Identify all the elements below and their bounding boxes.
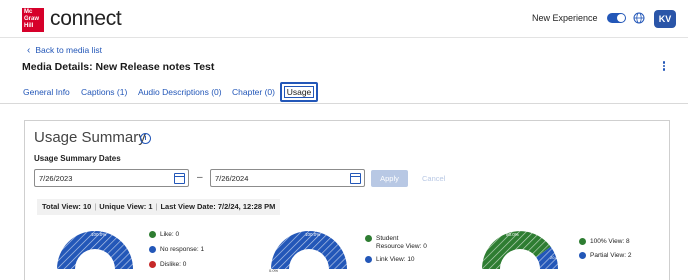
apply-button[interactable]: Apply xyxy=(371,170,408,187)
usage-dates-label: Usage Summary Dates xyxy=(34,154,121,163)
app-name: connect xyxy=(50,7,122,30)
cancel-button[interactable]: Cancel xyxy=(422,174,445,183)
reaction-gauge: 100.0% xyxy=(57,231,133,269)
page-title: Media Details: New Release notes Test xyxy=(22,61,215,73)
usage-summary-panel: Usage Summary i Usage Summary Dates 7/26… xyxy=(24,120,670,280)
chevron-left-icon: ‹ xyxy=(27,45,31,56)
user-avatar[interactable]: KV xyxy=(654,10,676,28)
logo-line-3: Hill xyxy=(24,23,34,29)
legend-dot xyxy=(365,235,372,242)
gauge-percent-label: 80.0% xyxy=(506,232,519,237)
back-to-media-list-link[interactable]: ‹ Back to media list xyxy=(27,45,102,56)
usage-stats-bar: Total View: 10 | Unique View: 1 | Last View … xyxy=(37,199,281,215)
end-date-value: 7/26/2024 xyxy=(215,174,249,183)
date-range-separator: – xyxy=(197,172,203,183)
logo-line-2: Graw xyxy=(24,16,40,22)
start-date-value: 7/26/2023 xyxy=(39,174,73,183)
tab-captions[interactable]: Captions (1) xyxy=(81,87,127,97)
last-view-date: Last View Date: 7/2/24, 12:28 PM xyxy=(160,202,276,211)
calendar-icon[interactable] xyxy=(174,173,185,184)
legend-dot xyxy=(365,256,372,263)
tab-general-info[interactable]: General Info xyxy=(23,87,70,97)
top-bar: Mc Graw Hill connect New Experience KV xyxy=(0,0,688,38)
tab-usage-label: Usage xyxy=(286,87,312,97)
toggle-knob xyxy=(617,14,625,22)
tab-bar: General Info Captions (1) Audio Descript… xyxy=(0,82,688,104)
completion-gauge: 80.0% 20.0% xyxy=(482,231,562,269)
gauge-secondary-label: 20.0% xyxy=(550,255,562,260)
mcgraw-hill-logo: Mc Graw Hill xyxy=(22,8,44,32)
gauge-zero-label: 0.0% xyxy=(269,268,279,273)
globe-icon[interactable] xyxy=(633,12,645,24)
end-date-input[interactable]: 7/26/2024 xyxy=(210,169,365,187)
view-type-gauge: 100.0% 0.0% xyxy=(269,231,347,273)
gauge-percent-label: 100.0% xyxy=(91,232,106,237)
more-options-icon[interactable] xyxy=(661,60,667,74)
tab-usage[interactable]: Usage xyxy=(280,82,318,102)
tab-audio-descriptions[interactable]: Audio Descriptions (0) xyxy=(138,87,222,97)
legend-dot xyxy=(149,246,156,253)
legend-dot xyxy=(149,231,156,238)
total-views: Total View: 10 xyxy=(42,202,92,211)
start-date-input[interactable]: 7/26/2023 xyxy=(34,169,189,187)
new-experience-toggle[interactable] xyxy=(607,13,626,23)
info-icon[interactable]: i xyxy=(140,133,151,144)
legend-dot xyxy=(579,252,586,259)
usage-summary-title: Usage Summary xyxy=(34,129,146,146)
new-experience-label: New Experience xyxy=(532,13,598,23)
back-link-label: Back to media list xyxy=(35,45,102,55)
gauge-percent-label: 100.0% xyxy=(305,232,320,237)
legend-dot xyxy=(579,238,586,245)
calendar-icon[interactable] xyxy=(350,173,361,184)
logo-line-1: Mc xyxy=(24,9,33,15)
legend-dot xyxy=(149,261,156,268)
unique-views: Unique View: 1 xyxy=(99,202,153,211)
tab-chapter[interactable]: Chapter (0) xyxy=(232,87,275,97)
